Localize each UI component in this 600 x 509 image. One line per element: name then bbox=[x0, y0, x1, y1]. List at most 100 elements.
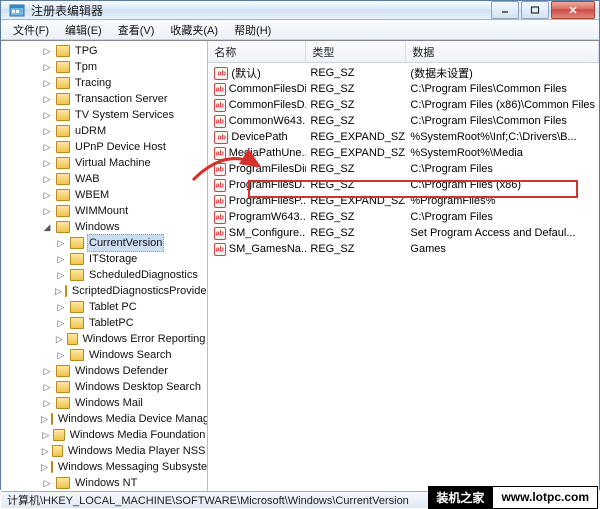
menu-item-2[interactable]: 查看(V) bbox=[110, 20, 163, 40]
tree-node-wbem[interactable]: ▷WBEM bbox=[1, 187, 207, 203]
expander-icon[interactable]: ▷ bbox=[55, 253, 67, 265]
value-type: REG_EXPAND_SZ bbox=[306, 131, 406, 143]
folder-icon bbox=[70, 237, 84, 249]
tree-node-windows-error-reporting[interactable]: ▷Windows Error Reporting bbox=[1, 331, 207, 347]
expander-icon[interactable]: ▷ bbox=[41, 365, 53, 377]
expander-icon[interactable]: ▷ bbox=[41, 189, 53, 201]
expander-icon[interactable]: ▷ bbox=[55, 237, 67, 249]
value-row[interactable]: abProgramFilesD...REG_SZC:\Program Files… bbox=[208, 177, 599, 193]
tree-node-itstorage[interactable]: ▷ITStorage bbox=[1, 251, 207, 267]
titlebar[interactable]: 注册表编辑器 bbox=[1, 1, 599, 20]
value-row[interactable]: abProgramW643...REG_SZC:\Program Files bbox=[208, 209, 599, 225]
value-type: REG_EXPAND_SZ bbox=[306, 195, 406, 207]
app-icon bbox=[9, 2, 25, 18]
watermark-site-url: www.lotpc.com bbox=[492, 486, 598, 509]
expander-icon[interactable]: ▷ bbox=[41, 141, 53, 153]
value-name: DevicePath bbox=[231, 131, 287, 143]
value-list[interactable]: ab(默认)REG_SZ(数据未设置)abCommonFilesDirREG_S… bbox=[208, 63, 599, 491]
expander-icon[interactable]: ▷ bbox=[41, 429, 50, 441]
tree-node-scripteddiagnosticsprovider[interactable]: ▷ScriptedDiagnosticsProvider bbox=[1, 283, 207, 299]
tree-node-windows-media-device-manager[interactable]: ▷Windows Media Device Manager bbox=[1, 411, 207, 427]
expander-icon[interactable]: ◢ bbox=[41, 221, 53, 233]
expander-icon[interactable]: ▷ bbox=[41, 461, 48, 473]
expander-icon[interactable]: ▷ bbox=[41, 109, 53, 121]
value-row[interactable]: abProgramFilesDirREG_SZC:\Program Files bbox=[208, 161, 599, 177]
expander-icon[interactable]: ▷ bbox=[55, 333, 64, 345]
menu-item-1[interactable]: 编辑(E) bbox=[57, 20, 110, 40]
value-name: CommonW643... bbox=[229, 115, 307, 127]
tree-node-windows-messaging-subsystem[interactable]: ▷Windows Messaging Subsystem bbox=[1, 459, 207, 475]
tree-node-windows-search[interactable]: ▷Windows Search bbox=[1, 347, 207, 363]
value-name-cell: abDevicePath bbox=[208, 131, 306, 144]
value-row[interactable]: abMediaPathUne...REG_EXPAND_SZ%SystemRoo… bbox=[208, 145, 599, 161]
menu-item-3[interactable]: 收藏夹(A) bbox=[162, 20, 226, 40]
tree-node-windows-nt[interactable]: ▷Windows NT bbox=[1, 475, 207, 491]
tree-node-tracing[interactable]: ▷Tracing bbox=[1, 75, 207, 91]
menu-item-0[interactable]: 文件(F) bbox=[5, 20, 57, 40]
tree-node-windows-media-player-nss[interactable]: ▷Windows Media Player NSS bbox=[1, 443, 207, 459]
value-row[interactable]: abCommonFilesDirREG_SZC:\Program Files\C… bbox=[208, 81, 599, 97]
value-row[interactable]: abSM_Configure...REG_SZSet Program Acces… bbox=[208, 225, 599, 241]
expander-icon[interactable]: ▷ bbox=[41, 173, 53, 185]
expander-icon[interactable]: ▷ bbox=[55, 301, 67, 313]
col-name[interactable]: 名称 bbox=[208, 41, 306, 62]
value-row[interactable]: abDevicePathREG_EXPAND_SZ%SystemRoot%\In… bbox=[208, 129, 599, 145]
value-data: C:\Program Files (x86)\Common Files bbox=[406, 99, 599, 111]
registry-tree[interactable]: ▷TPG▷Tpm▷Tracing▷Transaction Server▷TV S… bbox=[1, 43, 207, 491]
value-row[interactable]: abSM_GamesNa...REG_SZGames bbox=[208, 241, 599, 257]
tree-node-transaction-server[interactable]: ▷Transaction Server bbox=[1, 91, 207, 107]
expander-icon[interactable]: ▷ bbox=[41, 445, 49, 457]
tree-node-tabletpc[interactable]: ▷TabletPC bbox=[1, 315, 207, 331]
expander-icon[interactable]: ▷ bbox=[41, 477, 53, 489]
tree-node-upnp-device-host[interactable]: ▷UPnP Device Host bbox=[1, 139, 207, 155]
tree-node-windows-desktop-search[interactable]: ▷Windows Desktop Search bbox=[1, 379, 207, 395]
list-pane[interactable]: 名称 类型 数据 ab(默认)REG_SZ(数据未设置)abCommonFile… bbox=[208, 41, 599, 491]
expander-icon[interactable]: ▷ bbox=[41, 397, 53, 409]
value-row[interactable]: abCommonW643...REG_SZC:\Program Files\Co… bbox=[208, 113, 599, 129]
expander-icon[interactable]: ▷ bbox=[41, 205, 53, 217]
col-type[interactable]: 类型 bbox=[306, 41, 406, 62]
expander-icon[interactable]: ▷ bbox=[41, 413, 48, 425]
string-value-icon: ab bbox=[214, 147, 225, 160]
expander-icon[interactable]: ▷ bbox=[41, 45, 53, 57]
tree-node-tv-system-services[interactable]: ▷TV System Services bbox=[1, 107, 207, 123]
tree-node-virtual-machine[interactable]: ▷Virtual Machine bbox=[1, 155, 207, 171]
tree-node-tablet-pc[interactable]: ▷Tablet PC bbox=[1, 299, 207, 315]
close-button[interactable] bbox=[551, 1, 595, 19]
tree-node-udrm[interactable]: ▷uDRM bbox=[1, 123, 207, 139]
tree-pane[interactable]: ▷TPG▷Tpm▷Tracing▷Transaction Server▷TV S… bbox=[1, 41, 208, 491]
value-row[interactable]: ab(默认)REG_SZ(数据未设置) bbox=[208, 65, 599, 81]
expander-icon[interactable]: ▷ bbox=[55, 349, 67, 361]
tree-node-tpm[interactable]: ▷Tpm bbox=[1, 59, 207, 75]
tree-node-tpg[interactable]: ▷TPG bbox=[1, 43, 207, 59]
maximize-button[interactable] bbox=[521, 1, 549, 19]
value-row[interactable]: abCommonFilesD...REG_SZC:\Program Files … bbox=[208, 97, 599, 113]
tree-node-currentversion[interactable]: ▷CurrentVersion bbox=[1, 235, 207, 251]
col-data[interactable]: 数据 bbox=[406, 41, 599, 62]
tree-node-windows-defender[interactable]: ▷Windows Defender bbox=[1, 363, 207, 379]
expander-icon[interactable]: ▷ bbox=[41, 93, 53, 105]
expander-icon[interactable]: ▷ bbox=[55, 317, 67, 329]
value-row[interactable]: abProgramFilesP...REG_EXPAND_SZ%ProgramF… bbox=[208, 193, 599, 209]
folder-icon bbox=[56, 381, 70, 393]
minimize-button[interactable] bbox=[491, 1, 519, 19]
string-value-icon: ab bbox=[214, 227, 225, 240]
value-data: C:\Program Files bbox=[406, 163, 599, 175]
list-header[interactable]: 名称 类型 数据 bbox=[208, 41, 599, 63]
expander-icon[interactable]: ▷ bbox=[41, 381, 53, 393]
expander-icon[interactable]: ▷ bbox=[41, 77, 53, 89]
expander-icon[interactable]: ▷ bbox=[41, 125, 53, 137]
expander-icon[interactable]: ▷ bbox=[41, 61, 53, 73]
tree-node-windows-media-foundation[interactable]: ▷Windows Media Foundation bbox=[1, 427, 207, 443]
tree-node-wimmount[interactable]: ▷WIMMount bbox=[1, 203, 207, 219]
expander-icon[interactable]: ▷ bbox=[55, 285, 62, 297]
menu-item-4[interactable]: 帮助(H) bbox=[226, 20, 279, 40]
tree-node-wab[interactable]: ▷WAB bbox=[1, 171, 207, 187]
expander-icon[interactable]: ▷ bbox=[41, 157, 53, 169]
value-name: CommonFilesD... bbox=[229, 99, 307, 111]
tree-node-scheduleddiagnostics[interactable]: ▷ScheduledDiagnostics bbox=[1, 267, 207, 283]
tree-node-windows-mail[interactable]: ▷Windows Mail bbox=[1, 395, 207, 411]
value-name-cell: abSM_Configure... bbox=[208, 227, 306, 240]
expander-icon[interactable]: ▷ bbox=[55, 269, 67, 281]
tree-node-windows[interactable]: ◢Windows bbox=[1, 219, 207, 235]
